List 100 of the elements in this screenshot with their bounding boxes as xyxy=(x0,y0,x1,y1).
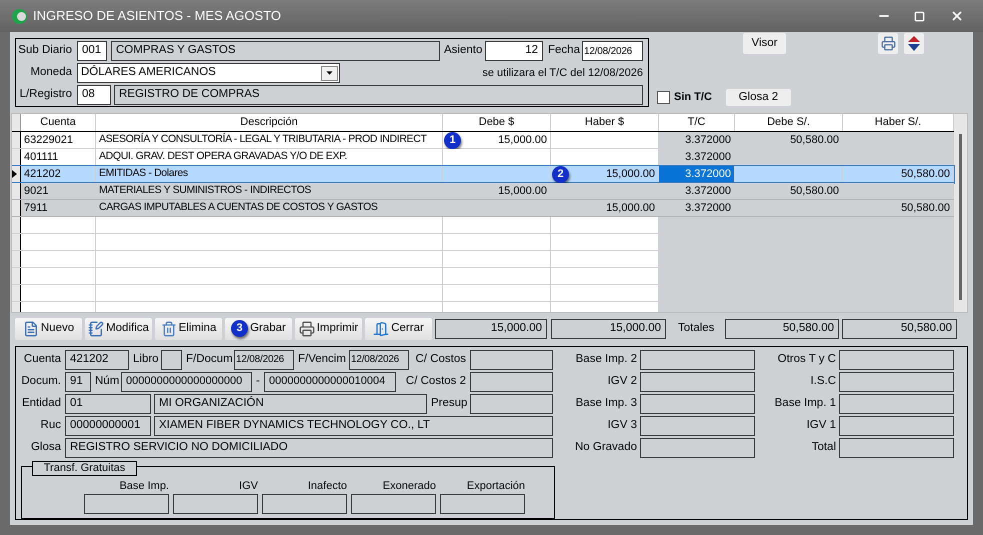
field-label: F/Docum xyxy=(186,352,230,367)
input-field[interactable] xyxy=(640,438,755,458)
window-title: INGRESO DE ASIENTOS - MES AGOSTO xyxy=(33,7,282,26)
row-header xyxy=(12,234,21,250)
column-header[interactable]: Debe $ xyxy=(443,114,551,131)
sin-tc-checkbox[interactable] xyxy=(657,91,670,104)
action-button[interactable]: Imprimir xyxy=(295,318,362,340)
table-cell: 9021 xyxy=(21,183,96,199)
table-row[interactable]: 7911 CARGAS IMPUTABLES A CUENTAS DE COSTOS Y GASTOS 15,000.00 3.372000 50,580.00 xyxy=(12,200,954,217)
field-label: IGV xyxy=(239,480,258,493)
table-row[interactable]: 63229021 ASESORÍA Y CONSULTORÍA - LEGAL Y TRIBUTARIA - PROD INDIRECT 1 15,000.00 3.372000 50,580.00 xyxy=(12,132,954,149)
column-header[interactable]: Descripción xyxy=(96,114,443,131)
action-button[interactable]: Elimina xyxy=(155,318,222,340)
account-field[interactable]: 421202 xyxy=(65,350,129,370)
field-label: F/Vencim xyxy=(298,352,345,367)
column-header[interactable]: Cuenta xyxy=(21,114,96,131)
action-button[interactable]: Nuevo xyxy=(15,318,82,340)
input-field[interactable] xyxy=(470,394,553,414)
code-field[interactable]: 001 xyxy=(77,41,107,61)
column-header[interactable]: Debe S/. xyxy=(735,114,843,131)
step-badge: 3 xyxy=(231,320,248,337)
total-field[interactable]: 15,000.00 xyxy=(551,318,666,338)
maximize-icon[interactable] xyxy=(914,10,925,22)
input-field[interactable] xyxy=(640,350,755,370)
input-field[interactable] xyxy=(839,372,954,392)
currency-select[interactable]: DÓLARES AMERICANOS xyxy=(77,63,340,83)
swap-tool[interactable] xyxy=(904,33,924,54)
name-field[interactable]: COMPRAS Y GASTOS xyxy=(111,41,440,61)
printer-icon xyxy=(298,320,315,336)
field-label: Exportación xyxy=(466,480,525,493)
total-field[interactable]: 50,580.00 xyxy=(842,318,957,338)
input-field[interactable] xyxy=(640,416,755,436)
input-field[interactable] xyxy=(440,494,525,514)
input-field[interactable] xyxy=(84,494,169,514)
table-cell: 1 15,000.00 xyxy=(443,132,551,148)
input-field[interactable] xyxy=(640,372,755,392)
table-cell: 50,580.00 xyxy=(735,132,843,148)
field-label: Base Imp. 2 xyxy=(574,352,637,367)
code-field[interactable]: 08 xyxy=(77,85,111,105)
input-field[interactable] xyxy=(839,416,954,436)
input-field[interactable] xyxy=(839,438,954,458)
close-icon[interactable] xyxy=(950,9,964,23)
action-button[interactable]: 3 Grabar xyxy=(225,318,292,340)
asiento-field[interactable]: 12 xyxy=(485,41,543,61)
field-label: L/Registro xyxy=(18,87,72,102)
input-field[interactable] xyxy=(351,494,436,514)
series-field[interactable]: 0000000000000000000 xyxy=(121,372,252,392)
visor-button[interactable]: Visor xyxy=(743,33,786,54)
print-tool[interactable] xyxy=(878,33,898,54)
scrollbar[interactable] xyxy=(954,114,967,312)
field-label: Moneda xyxy=(29,65,72,80)
input-field[interactable] xyxy=(470,372,553,392)
field-label: Entidad xyxy=(20,396,61,411)
table-row[interactable]: 401111 ADQUI. GRAV. DEST OPERA GRAVADAS Y/O DE EXP. 3.372000 xyxy=(12,149,954,166)
row-header xyxy=(12,251,21,267)
step-badge: 1 xyxy=(444,132,461,149)
up-down-arrows-icon xyxy=(908,36,920,51)
input-field[interactable] xyxy=(173,494,258,514)
input-field[interactable] xyxy=(161,350,182,370)
field-label: Núm xyxy=(95,374,117,389)
input-field[interactable] xyxy=(262,494,347,514)
date-field[interactable]: 12/08/2026 xyxy=(582,41,643,61)
document-type-field[interactable]: 91 xyxy=(65,372,91,392)
input-field[interactable] xyxy=(839,394,954,414)
date-field[interactable]: 12/08/2026 xyxy=(349,350,409,370)
name-field[interactable]: REGISTRO DE COMPRAS xyxy=(114,85,643,105)
field-label: - xyxy=(256,374,260,389)
action-button[interactable]: Modifica xyxy=(85,318,152,340)
field-label: No Gravado xyxy=(574,440,637,455)
entity-name-field[interactable]: MI ORGANIZACIÓN xyxy=(154,394,427,414)
door-icon xyxy=(373,320,390,336)
ruc-field[interactable]: 00000000001 xyxy=(65,416,151,436)
field-label: Fecha xyxy=(548,43,578,58)
table-row[interactable]: 421202 EMITIDAS - Dolares 2 15,000.00 3.372000 50,580.00 xyxy=(12,166,954,183)
action-button[interactable]: Cerrar xyxy=(365,318,432,340)
table-cell: 15,000.00 xyxy=(443,183,551,199)
total-field[interactable]: 50,580.00 xyxy=(725,318,839,338)
input-field[interactable] xyxy=(470,350,553,370)
table-cell: 63229021 xyxy=(21,132,96,148)
row-header xyxy=(12,183,21,199)
row-header xyxy=(12,149,21,165)
total-field[interactable]: 15,000.00 xyxy=(435,318,547,338)
number-field[interactable]: 0000000000000010004 xyxy=(264,372,396,392)
date-field[interactable]: 12/08/2026 xyxy=(234,350,294,370)
input-field[interactable] xyxy=(839,350,954,370)
supplier-name-field[interactable]: XIAMEN FIBER DYNAMICS TECHNOLOGY CO., LT xyxy=(154,416,553,436)
trash-icon xyxy=(160,320,177,336)
entity-code-field[interactable]: 01 xyxy=(65,394,151,414)
column-header[interactable]: T/C xyxy=(659,114,735,131)
step-badge: 2 xyxy=(552,166,569,183)
field-label: Totales xyxy=(678,320,716,336)
glosa-button[interactable]: Glosa 2 xyxy=(726,89,791,106)
description-field[interactable]: REGISTRO SERVICIO NO DOMICILIADO xyxy=(65,438,553,458)
row-header xyxy=(12,268,21,284)
table-row[interactable]: 9021 MATERIALES Y SUMINISTROS - INDIRECTOS 15,000.00 3.372000 50,580.00 xyxy=(12,183,954,200)
table-cell: 3.372000 xyxy=(659,149,735,165)
column-header[interactable]: Haber $ xyxy=(551,114,659,131)
row-header xyxy=(12,200,21,216)
input-field[interactable] xyxy=(640,394,755,414)
field-label: Inafecto xyxy=(308,480,347,493)
